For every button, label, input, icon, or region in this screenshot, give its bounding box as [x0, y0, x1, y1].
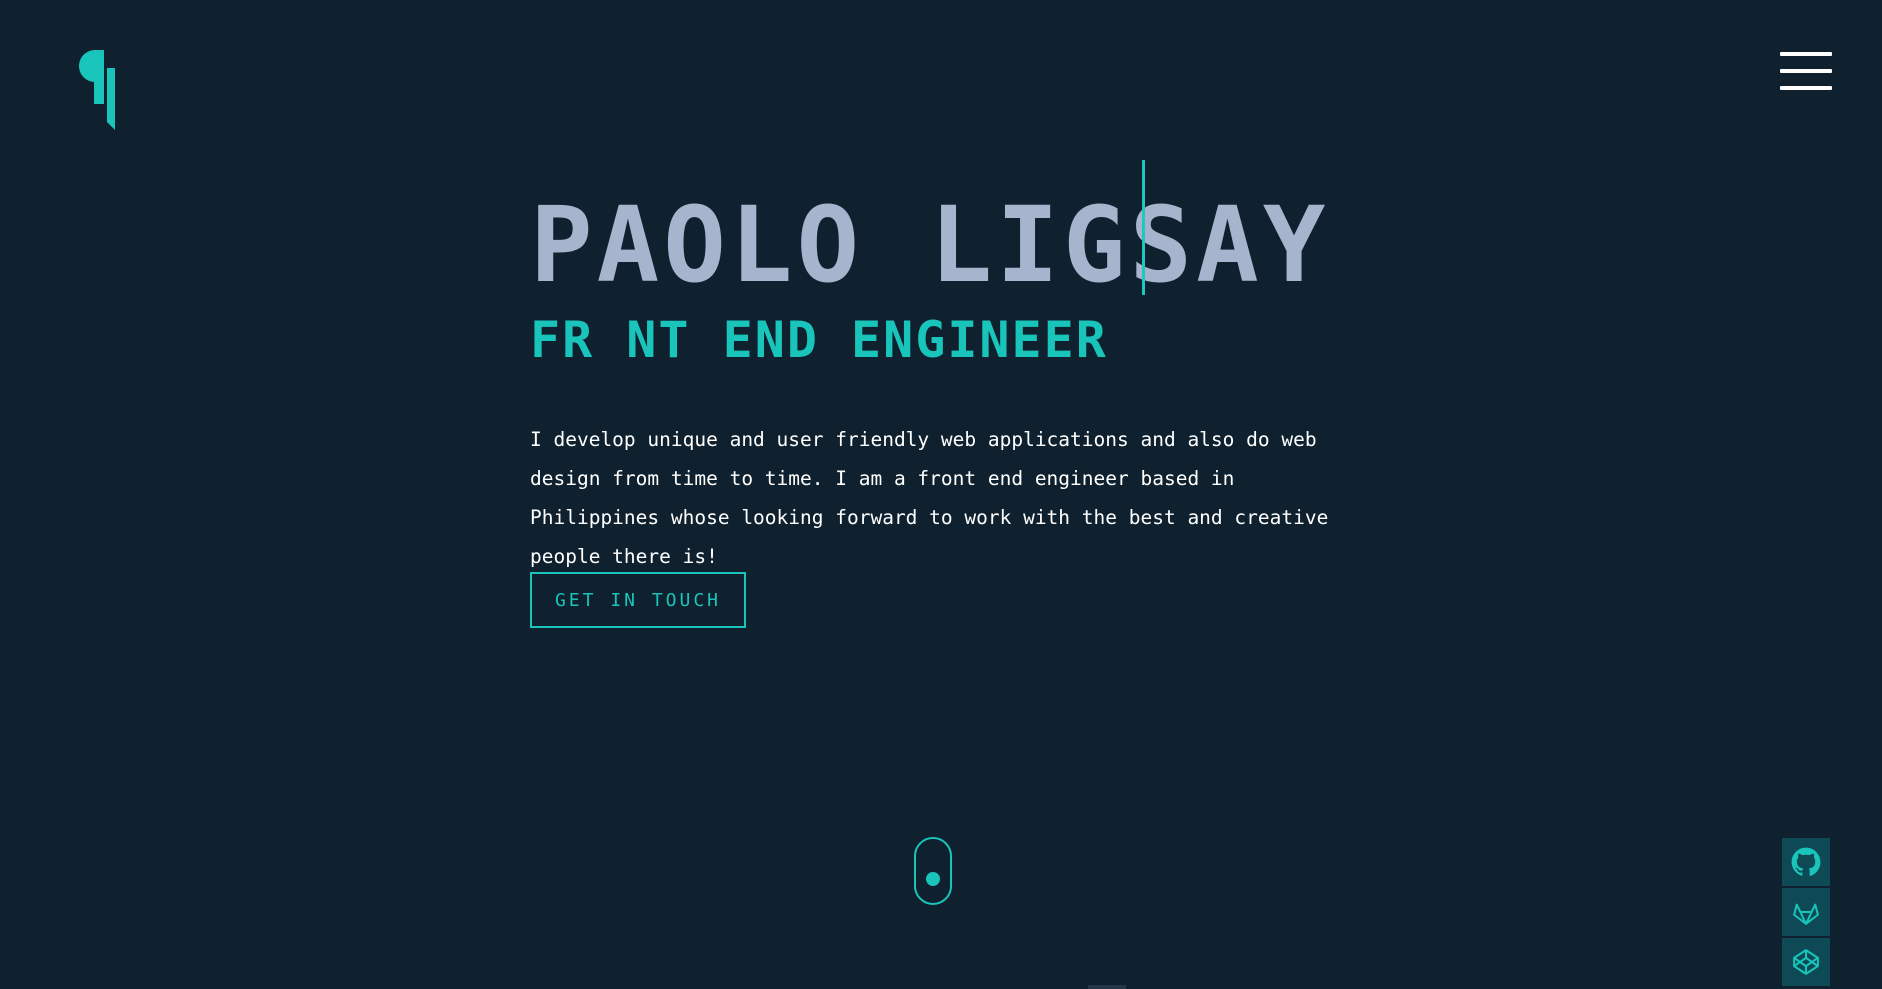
gitlab-icon [1793, 903, 1819, 925]
hero-subtitle: FR NT END ENGINEER [530, 311, 1108, 369]
hamburger-menu-icon [1780, 52, 1832, 56]
bottom-divider [1088, 985, 1126, 989]
scroll-mouse-icon[interactable] [914, 837, 952, 905]
hero-name: PAOLO LIGSAY [530, 184, 1330, 306]
github-icon [1791, 847, 1821, 876]
hero-description: I develop unique and user friendly web a… [530, 428, 1329, 568]
hamburger-menu-icon [1780, 69, 1832, 73]
gitlab-link[interactable] [1782, 888, 1830, 936]
get-in-touch-button[interactable]: GET IN TOUCH [530, 572, 746, 628]
github-link[interactable] [1782, 838, 1830, 886]
name-wrap: PAOLO LIGSAY [530, 160, 1430, 310]
codepen-icon [1793, 949, 1819, 975]
hero-section: PAOLO LIGSAY FR NT END ENGINEER I develo… [530, 160, 1430, 628]
scroll-dot [926, 872, 940, 886]
menu-button[interactable] [1780, 52, 1832, 92]
codepen-link[interactable] [1782, 938, 1830, 986]
logo[interactable] [74, 46, 126, 130]
pilcrow-logo-icon [78, 49, 115, 130]
hamburger-menu-icon [1780, 86, 1832, 90]
typing-cursor [1142, 160, 1145, 295]
